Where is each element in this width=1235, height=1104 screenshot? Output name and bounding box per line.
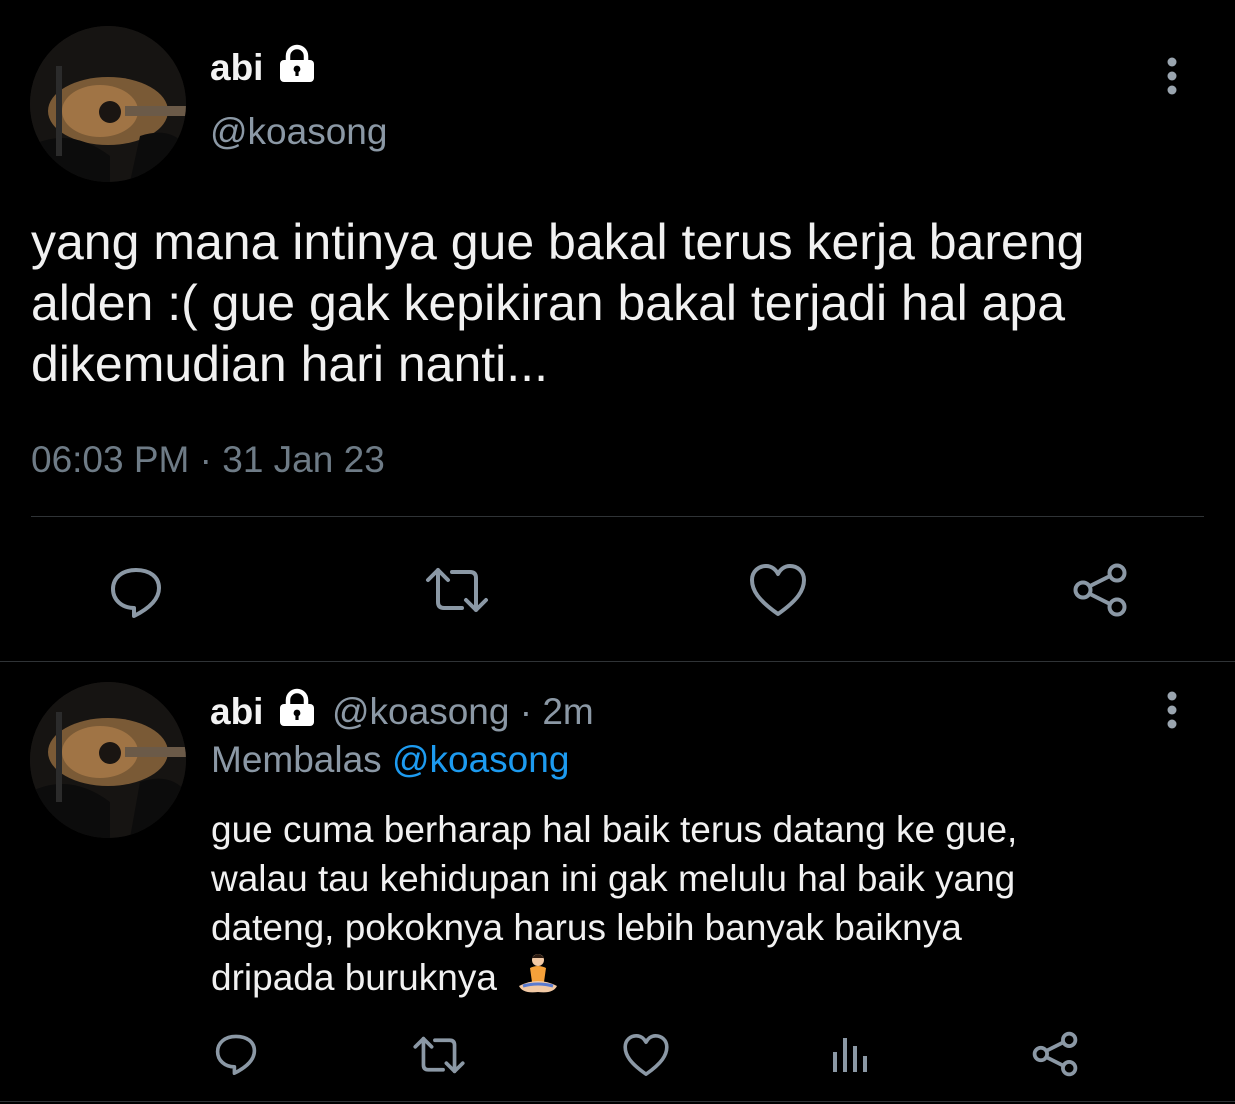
reply-retweet-icon[interactable] <box>412 1032 466 1078</box>
section-divider <box>0 661 1235 662</box>
replying-label: Membalas <box>211 739 382 780</box>
display-name[interactable]: abi <box>210 46 263 90</box>
like-icon[interactable] <box>748 562 808 618</box>
replying-to-link[interactable]: @koasong <box>392 739 569 780</box>
reply-meta: @koasong · 2m <box>332 690 594 734</box>
avatar[interactable] <box>30 26 186 182</box>
tweet-timestamp[interactable]: 06:03 PM · 31 Jan 23 <box>31 437 385 483</box>
reply-handle[interactable]: @koasong <box>332 691 509 732</box>
reply-text-line: gue cuma berharap hal baik terus datang … <box>211 809 1018 850</box>
analytics-icon[interactable] <box>830 1032 872 1076</box>
share-icon[interactable] <box>1070 562 1130 618</box>
reply-avatar[interactable] <box>30 682 186 838</box>
divider <box>31 516 1204 517</box>
retweet-icon[interactable] <box>424 562 490 618</box>
reply-text-line: dateng, pokoknya harus lebih banyak baik… <box>211 907 962 948</box>
more-options-icon[interactable] <box>1160 56 1184 101</box>
bottom-divider <box>0 1101 1235 1102</box>
reply-time[interactable]: 2m <box>542 691 593 732</box>
reply-icon[interactable] <box>106 562 166 622</box>
user-handle[interactable]: @koasong <box>210 110 387 154</box>
reply-reply-icon[interactable] <box>212 1030 260 1078</box>
reply-text: gue cuma berharap hal baik terus datang … <box>211 805 1191 1008</box>
reply-text-line: walau tau kehidupan ini gak melulu hal b… <box>211 858 1016 899</box>
lock-icon <box>276 44 318 89</box>
reply-share-icon[interactable] <box>1030 1030 1080 1078</box>
reply-display-name[interactable]: abi <box>210 690 263 734</box>
reply-more-options-icon[interactable] <box>1160 690 1184 735</box>
meta-separator: · <box>519 691 533 732</box>
reply-like-icon[interactable] <box>622 1032 670 1078</box>
reply-text-line: dripada buruknya <box>211 952 1191 1008</box>
reply-lock-icon <box>276 688 318 733</box>
meditation-emoji <box>513 952 563 1008</box>
tweet-text: yang mana intinya gue bakal terus kerja … <box>31 214 1085 392</box>
reply-text-line-end: dripada buruknya <box>211 956 497 998</box>
replying-to: Membalas @koasong <box>211 738 569 782</box>
